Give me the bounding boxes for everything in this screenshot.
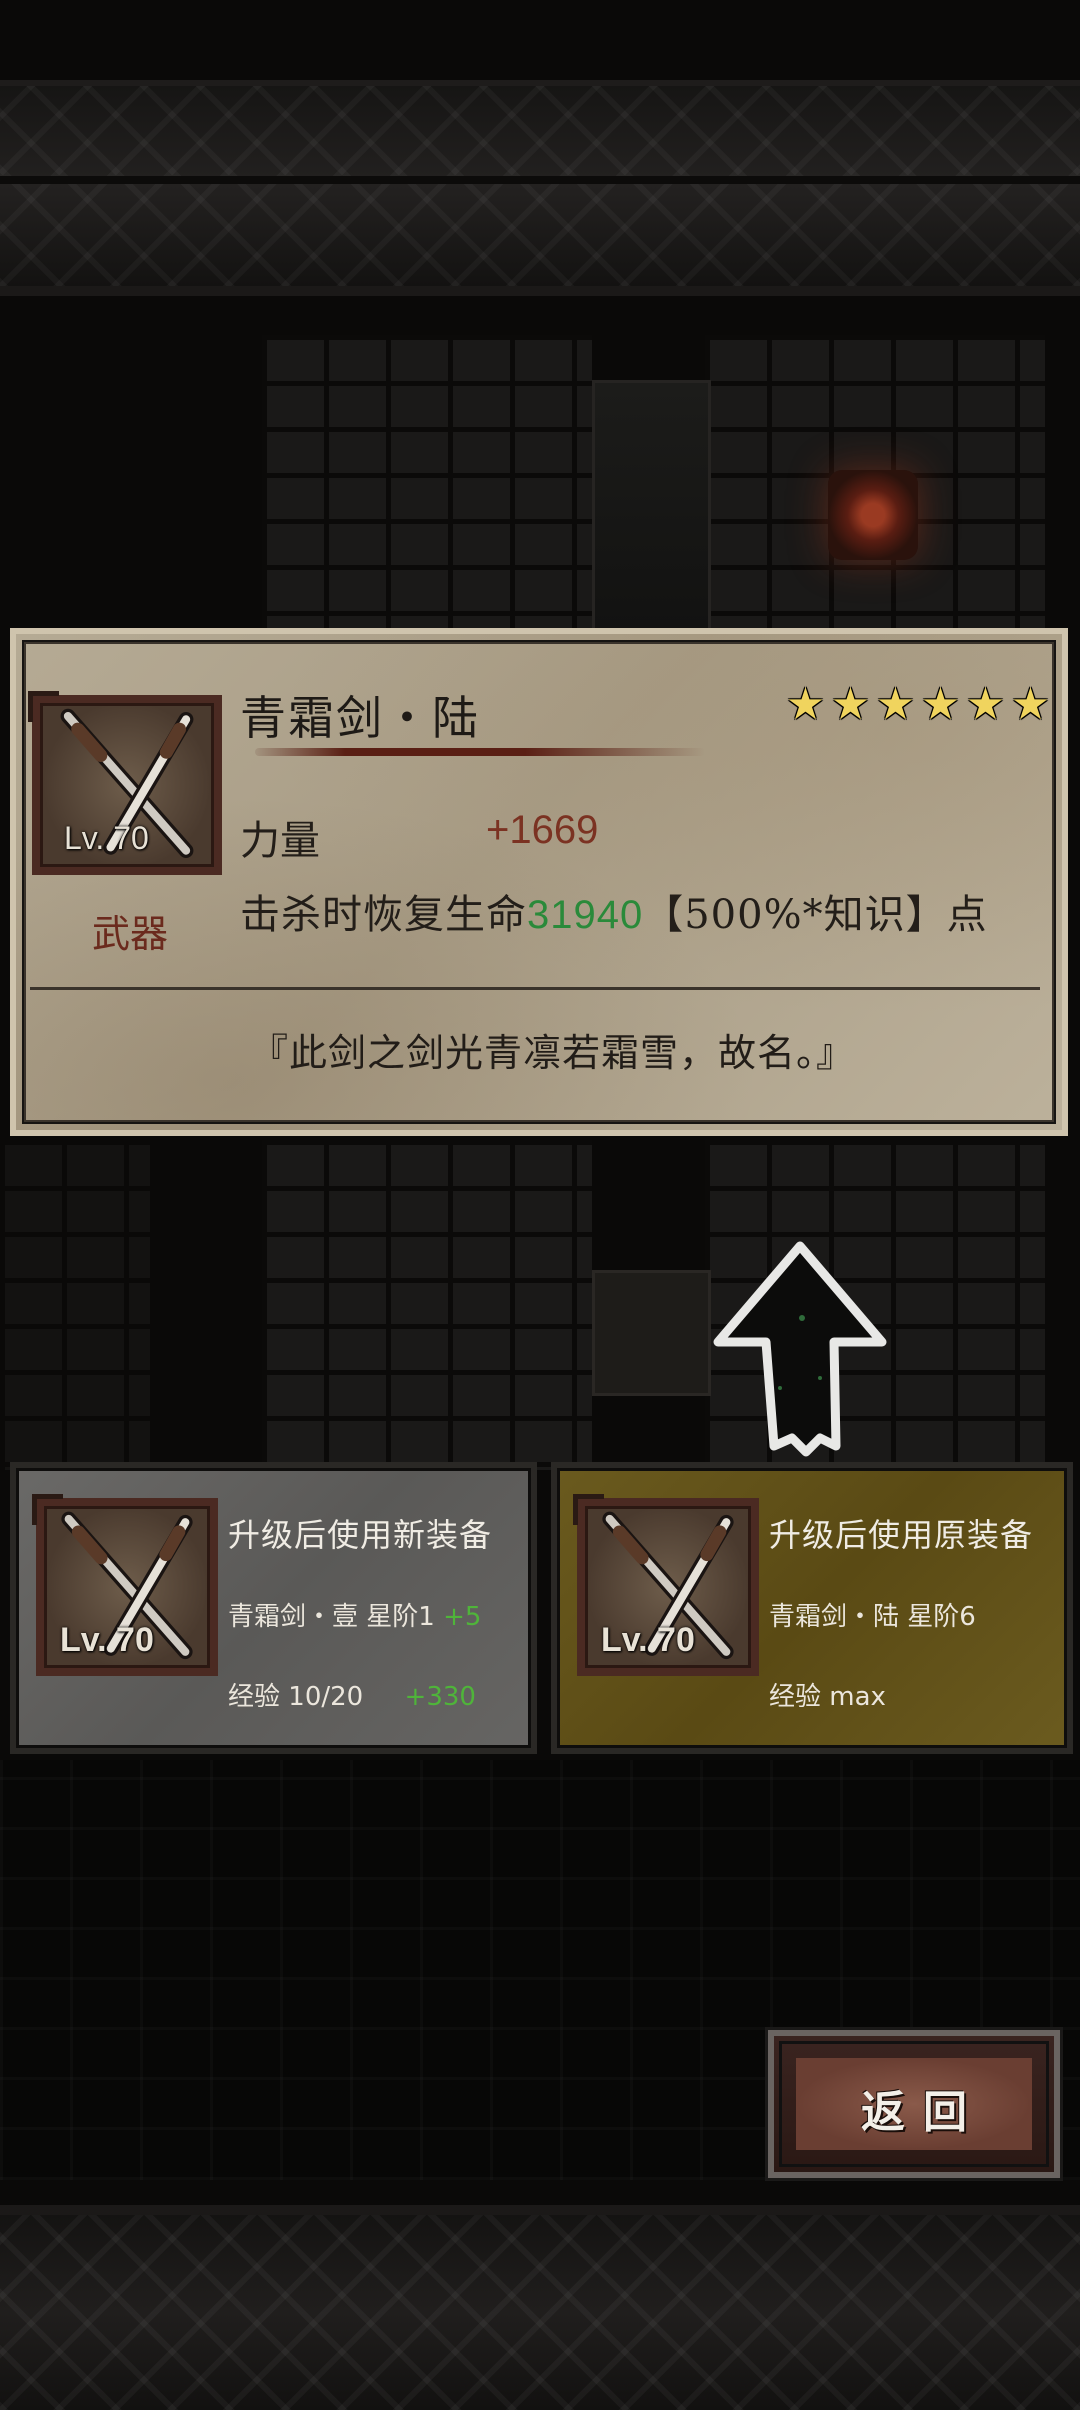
top-decorative-band (0, 80, 1080, 296)
new-exp-label: 经验 (228, 1682, 281, 1712)
new-star-bonus: +5 (443, 1602, 482, 1632)
stat-strength-value: +1669 (486, 808, 599, 852)
dungeon-doorway (592, 380, 711, 636)
item-category: 武器 (92, 912, 169, 956)
brick-wall (262, 1140, 592, 1470)
star-icon: ★ (1010, 679, 1051, 730)
back-button-label: 返回 (861, 2087, 985, 2138)
brick-wall (0, 1140, 150, 1470)
old-exp-value: max (829, 1682, 886, 1712)
new-star-rank: 星阶1 (366, 1602, 435, 1632)
stat-heal-on-kill: 击杀时恢复生命31940【500%*知识】点 (240, 882, 988, 940)
item-name: 青霜剑・陆 (240, 691, 480, 745)
bottom-decorative-band (0, 2205, 1080, 2410)
card-divider (30, 987, 1040, 990)
new-item-name: 青霜剑・壹 (228, 1602, 359, 1632)
brick-wall (262, 335, 592, 635)
new-item-icon-frame: Lv. 70 (32, 1494, 218, 1676)
new-exp-bonus: +330 (404, 1682, 476, 1712)
old-item-icon-frame: Lv. 70 (573, 1494, 759, 1676)
option-old-exp: 经验 max (769, 1676, 886, 1713)
stat-heal-prefix: 击杀时恢复生命 (240, 892, 527, 938)
option-old-title: 升级后使用原装备 (769, 1516, 1034, 1554)
old-exp-label: 经验 (769, 1682, 822, 1712)
star-rating: ★ ★ ★ ★ ★ ★ (784, 679, 1052, 730)
star-icon: ★ (785, 679, 826, 730)
item-flavor-text: 『此剑之剑光青凛若霜雪，故名。』 (250, 1031, 856, 1075)
item-icon-frame: Lv. 70 (28, 691, 222, 875)
old-star-rank: 星阶6 (907, 1602, 976, 1632)
back-button[interactable]: 返回 (768, 2030, 1060, 2178)
star-icon: ★ (830, 679, 871, 730)
stat-strength-label: 力量 (240, 818, 320, 864)
old-item-level: Lv. 70 (601, 1621, 695, 1659)
dungeon-window (592, 1270, 711, 1396)
option-old-item-info: 青霜剑・陆 星阶6 (769, 1596, 976, 1633)
star-icon: ★ (965, 679, 1006, 730)
option-new-title: 升级后使用新装备 (228, 1516, 493, 1554)
old-item-name: 青霜剑・陆 (769, 1602, 900, 1632)
option-use-original-equipment[interactable]: Lv. 70 升级后使用原装备 青霜剑・陆 星阶6 经验 max (551, 1462, 1073, 1754)
up-arrow-icon (713, 1241, 887, 1457)
star-icon: ★ (875, 679, 916, 730)
star-icon: ★ (920, 679, 961, 730)
option-new-item-info: 青霜剑・壹 星阶1 +5 (228, 1596, 481, 1633)
option-use-new-equipment[interactable]: Lv. 70 升级后使用新装备 青霜剑・壹 星阶1 +5 经验 10/20 +3… (10, 1462, 537, 1754)
stat-strength: 力量 +1669 (240, 808, 598, 866)
item-level: Lv. 70 (64, 820, 149, 856)
new-exp-value: 10/20 (288, 1682, 364, 1712)
stat-heal-value: 31940 (527, 893, 644, 937)
wall-lamp-icon (828, 470, 918, 560)
name-underline-divider (255, 748, 705, 756)
new-item-level: Lv. 70 (60, 1621, 154, 1659)
stat-heal-suffix: 【500%*知识】点 (643, 892, 988, 938)
option-new-exp: 经验 10/20 +330 (228, 1676, 476, 1713)
